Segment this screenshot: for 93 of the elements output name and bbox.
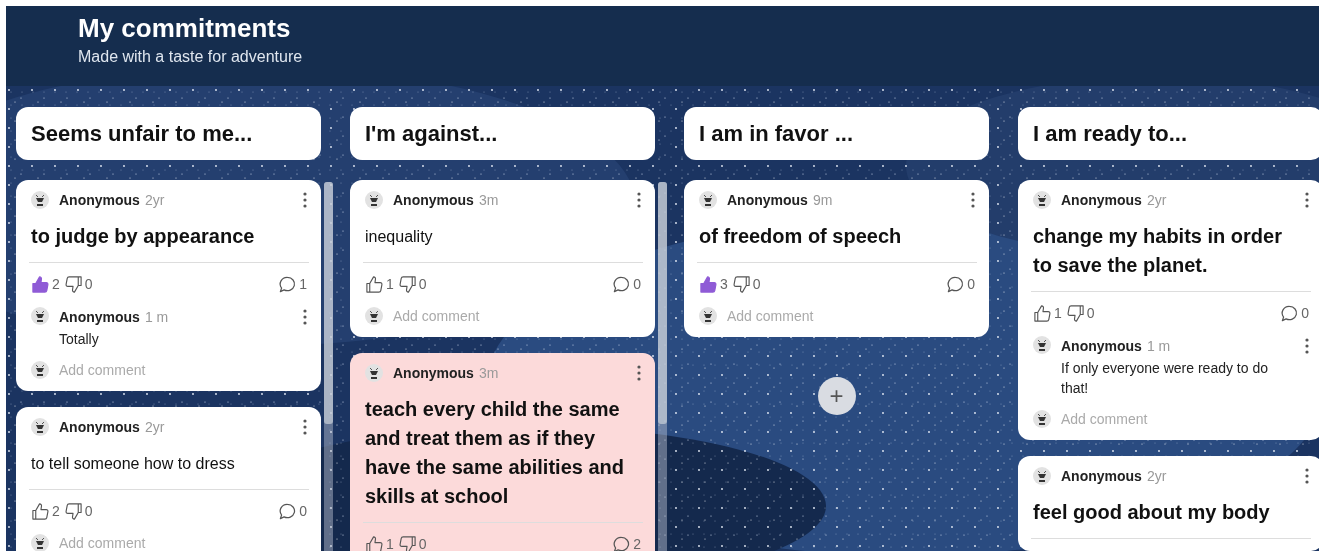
post-time: 3m [478, 365, 499, 381]
comments-button[interactable]: 0 [612, 274, 641, 294]
author-name: Anonymous [393, 365, 474, 381]
dislike-button[interactable]: 0 [63, 274, 93, 294]
comments-button[interactable]: 0 [946, 274, 975, 294]
post-time: 2yr [1146, 192, 1167, 208]
more-icon[interactable] [303, 192, 307, 208]
more-icon[interactable] [1305, 338, 1309, 354]
thumbs-down-icon [1065, 303, 1085, 323]
card-text: to judge by appearance [31, 224, 256, 249]
post-time: 1 m [1146, 338, 1171, 354]
avatar-icon [1033, 467, 1051, 485]
comment-icon [278, 501, 298, 521]
comment-text: If only everyone were ready to do that! [1061, 359, 1269, 398]
like-button[interactable]: 2 [31, 501, 60, 521]
comment-field[interactable]: Add comment [59, 535, 259, 551]
avatar-icon [1033, 191, 1051, 209]
avatar-icon [365, 364, 383, 382]
avatar-icon [31, 361, 49, 379]
author-name: Anonymous [1061, 468, 1142, 484]
comment-icon [612, 274, 632, 294]
post-time: 3m [478, 192, 499, 208]
more-icon[interactable] [1305, 192, 1309, 208]
more-icon[interactable] [637, 365, 641, 381]
avatar-icon [1033, 336, 1051, 354]
comment-icon [946, 274, 966, 294]
author-name: Anonymous [1061, 338, 1142, 354]
comment-text: Totally [59, 330, 100, 349]
avatar-icon [31, 191, 49, 209]
thumbs-down-icon [63, 501, 83, 521]
dislike-button[interactable]: 0 [731, 274, 761, 294]
more-icon[interactable] [971, 192, 975, 208]
avatar-icon [699, 307, 717, 325]
avatar-icon [31, 307, 49, 325]
comments-button[interactable]: 1 [278, 274, 307, 294]
card-text: to tell someone how to dress [31, 454, 236, 474]
column-header: I am ready to... [1018, 107, 1319, 160]
page-title: My commitments [78, 13, 291, 43]
comments-button[interactable]: 0 [278, 501, 307, 521]
comment-icon [278, 274, 298, 294]
author-name: Anonymous [1061, 192, 1142, 208]
comment-icon [612, 534, 632, 551]
more-icon[interactable] [637, 192, 641, 208]
author-name: Anonymous [59, 419, 140, 435]
more-icon[interactable] [303, 419, 307, 435]
thumbs-down-icon [63, 274, 83, 294]
column-header: I am in favor ... [684, 107, 989, 160]
thumbs-down-icon [731, 274, 751, 294]
column-header: I'm against... [350, 107, 655, 160]
more-icon[interactable] [303, 309, 307, 325]
post-time: 9m [812, 192, 833, 208]
comment-field[interactable]: Add comment [1061, 411, 1261, 427]
card-text: change my habits in order to save the planet. [1033, 224, 1283, 278]
author-name: Anonymous [393, 192, 474, 208]
comments-button[interactable]: 2 [612, 534, 641, 551]
card-text: of freedom of speech [699, 224, 903, 249]
avatar-icon [31, 534, 49, 551]
avatar-icon [365, 191, 383, 209]
dislike-button[interactable]: 0 [397, 274, 427, 294]
post-time: 2yr [144, 419, 165, 435]
like-button[interactable]: 1 [1033, 303, 1062, 323]
thumbs-down-icon [397, 534, 417, 551]
thumbs-down-icon [397, 274, 417, 294]
like-button[interactable]: 1 [365, 274, 394, 294]
post-time: 2yr [144, 192, 165, 208]
comment-icon [1280, 303, 1300, 323]
avatar-icon [31, 418, 49, 436]
comment-field[interactable]: Add comment [727, 308, 927, 324]
post-time: 2yr [1146, 468, 1167, 484]
dislike-button[interactable]: 0 [63, 501, 93, 521]
scrollbar[interactable] [658, 182, 667, 551]
dislike-button[interactable]: 0 [397, 534, 427, 551]
avatar-icon [699, 191, 717, 209]
card-text: inequality [365, 227, 434, 247]
more-icon[interactable] [1305, 468, 1309, 484]
like-button[interactable]: 2 [31, 274, 60, 294]
card-text: teach every child the same and treat them as if they have the same abilities and skills at school [365, 397, 625, 509]
author-name: Anonymous [59, 192, 140, 208]
like-button[interactable]: 1 [365, 534, 394, 551]
scrollbar[interactable] [324, 182, 333, 551]
page-subtitle: Made with a taste for adventure [78, 48, 303, 66]
like-button[interactable]: 3 [699, 274, 728, 294]
card-text: feel good about my body [1033, 500, 1271, 525]
dislike-button[interactable]: 0 [1065, 303, 1095, 323]
avatar-icon [1033, 410, 1051, 428]
comments-button[interactable]: 0 [1280, 303, 1309, 323]
post-time: 1 m [144, 309, 169, 325]
comment-field[interactable]: Add comment [393, 308, 593, 324]
comment-field[interactable]: Add comment [59, 362, 259, 378]
author-name: Anonymous [59, 309, 140, 325]
column-header: Seems unfair to me... [16, 107, 321, 160]
author-name: Anonymous [727, 192, 808, 208]
avatar-icon [365, 307, 383, 325]
